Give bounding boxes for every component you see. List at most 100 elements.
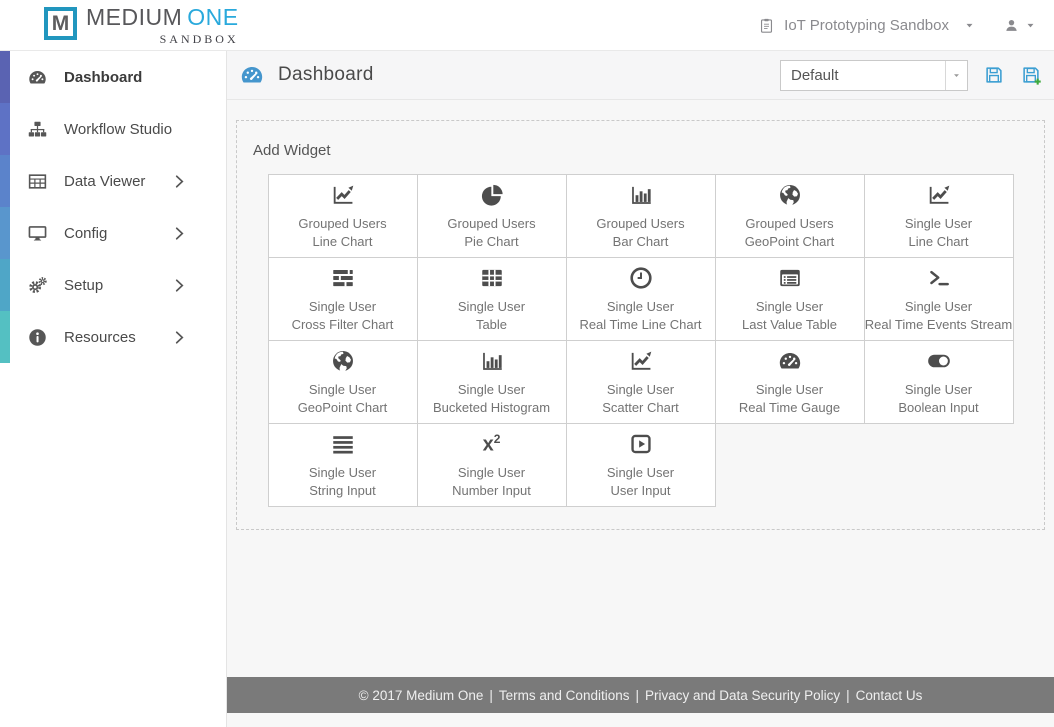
- sitemap-icon: [27, 119, 48, 140]
- widget-grouped-users-line-chart[interactable]: Grouped Users Line Chart: [268, 175, 418, 258]
- clock-icon: [627, 265, 655, 291]
- add-widget-panel: Add Widget Grouped Users Line Chart Groupe…: [236, 120, 1045, 530]
- save-icon[interactable]: [983, 64, 1005, 86]
- widget-single-user-user-input[interactable]: Single User User Input: [566, 424, 716, 507]
- sandbox-selector[interactable]: IoT Prototyping Sandbox: [758, 16, 975, 35]
- chevron-right-icon: [169, 327, 190, 348]
- topbar-right: IoT Prototyping Sandbox: [758, 16, 1036, 35]
- add-widget-title: Add Widget: [253, 142, 331, 159]
- list-alt-icon: [776, 265, 804, 291]
- layout: Dashboard Workflow Studio Data Viewer Confi…: [0, 51, 1054, 727]
- content: Add Widget Grouped Users Line Chart Groupe…: [227, 100, 1054, 530]
- table-icon: [27, 171, 48, 192]
- save-plus-icon[interactable]: [1020, 64, 1042, 86]
- page-header: Dashboard Default: [227, 51, 1054, 100]
- footer: © 2017 Medium One | Terms and Conditions | P…: [227, 677, 1054, 713]
- sidebar-item-label: Resources: [64, 328, 136, 346]
- medium-one-logo[interactable]: M MEDIUM ONE SANDBOX: [44, 4, 239, 47]
- widget-line2: User Input: [610, 482, 671, 498]
- sidebar-item-config[interactable]: Config: [0, 207, 226, 259]
- widget-line1: Single User: [904, 381, 973, 397]
- logo-text: MEDIUM ONE SANDBOX: [86, 4, 239, 47]
- brand-one: ONE: [187, 3, 239, 30]
- user-icon: [1003, 17, 1020, 34]
- widget-grouped-users-geopoint-chart[interactable]: Grouped Users GeoPoint Chart: [715, 175, 865, 258]
- pie-chart-icon: [478, 182, 506, 208]
- widget-single-user-geopoint-chart[interactable]: Single User GeoPoint Chart: [268, 341, 418, 424]
- widget-line1: Single User: [308, 464, 377, 480]
- sidebar-item-label: Config: [64, 224, 108, 242]
- select-caret[interactable]: [945, 60, 967, 90]
- chevron-right-icon: [169, 171, 190, 192]
- widget-line1: Single User: [904, 215, 973, 231]
- cross-filter-icon: [329, 265, 357, 291]
- widget-line2: Boolean Input: [898, 399, 979, 415]
- widget-line1: Single User: [606, 298, 675, 314]
- sidebar-item-dashboard[interactable]: Dashboard: [0, 51, 226, 103]
- footer-copyright: © 2017 Medium One: [358, 687, 484, 703]
- widget-line2: Bar Chart: [612, 233, 669, 249]
- line-chart-icon: [925, 182, 953, 208]
- footer-link-contact-us[interactable]: Contact Us: [856, 688, 923, 703]
- widget-line1: Grouped Users: [596, 215, 685, 231]
- number-input-icon: x2: [482, 431, 501, 456]
- widget-single-user-line-chart[interactable]: Single User Line Chart: [864, 175, 1014, 258]
- widget-single-user-scatter-chart[interactable]: Single User Scatter Chart: [566, 341, 716, 424]
- widget-single-user-bucketed-histogram[interactable]: Single User Bucketed Histogram: [417, 341, 567, 424]
- widget-line2: Last Value Table: [742, 316, 837, 332]
- widget-grid: Grouped Users Line Chart Grouped Users Pie …: [267, 174, 1014, 507]
- page-header-actions: Default: [780, 59, 1042, 91]
- widget-single-user-boolean-input[interactable]: Single User Boolean Input: [864, 341, 1014, 424]
- bar-chart-icon: [627, 182, 655, 208]
- clipboard-icon: [758, 16, 775, 35]
- sidebar-item-resources[interactable]: Resources: [0, 311, 226, 363]
- widget-line1: Grouped Users: [745, 215, 834, 231]
- widget-line2: GeoPoint Chart: [297, 399, 388, 415]
- widget-single-user-real-time-events-stream[interactable]: Single User Real Time Events Stream: [864, 258, 1014, 341]
- widget-single-user-string-input[interactable]: Single User String Input: [268, 424, 418, 507]
- scatter-chart-icon: [627, 348, 655, 374]
- widget-line2: Real Time Gauge: [738, 399, 841, 415]
- widget-single-user-real-time-line-chart[interactable]: Single User Real Time Line Chart: [566, 258, 716, 341]
- strip-segment-dashboard: [0, 51, 10, 103]
- brand-medium: MEDIUM: [86, 3, 183, 30]
- widget-single-user-last-value-table[interactable]: Single User Last Value Table: [715, 258, 865, 341]
- globe-icon: [329, 348, 357, 374]
- widget-line1: Single User: [755, 298, 824, 314]
- widget-line1: Single User: [308, 298, 377, 314]
- strip-segment-data-viewer: [0, 155, 10, 207]
- page-title: Dashboard: [278, 64, 374, 85]
- widget-line1: Single User: [308, 381, 377, 397]
- sidebar-item-data-viewer[interactable]: Data Viewer: [0, 155, 226, 207]
- sidebar-nav: Dashboard Workflow Studio Data Viewer Confi…: [0, 51, 226, 363]
- widget-single-user-cross-filter-chart[interactable]: Single User Cross Filter Chart: [268, 258, 418, 341]
- sidebar-item-workflow-studio[interactable]: Workflow Studio: [0, 103, 226, 155]
- footer-link-privacy-and-data-security-policy[interactable]: Privacy and Data Security Policy: [645, 688, 840, 703]
- sidebar: Dashboard Workflow Studio Data Viewer Confi…: [0, 51, 227, 727]
- sidebar-item-setup[interactable]: Setup: [0, 259, 226, 311]
- widget-line1: Single User: [755, 381, 824, 397]
- logo-mark-icon: M: [44, 6, 77, 40]
- widget-grouped-users-bar-chart[interactable]: Grouped Users Bar Chart: [566, 175, 716, 258]
- string-input-icon: [329, 431, 357, 457]
- widget-line2: Table: [475, 316, 508, 332]
- widget-single-user-table[interactable]: Single User Table: [417, 258, 567, 341]
- widget-line1: Single User: [904, 298, 973, 314]
- sidebar-color-strip: [0, 51, 10, 363]
- widget-grouped-users-pie-chart[interactable]: Grouped Users Pie Chart: [417, 175, 567, 258]
- toggle-icon: [925, 348, 953, 374]
- widget-line2: Real Time Events Stream: [864, 316, 1013, 332]
- main-area: Dashboard Default Add Widget Grouped Use…: [227, 51, 1054, 727]
- widget-line2: Scatter Chart: [602, 399, 679, 415]
- table-grid-icon: [478, 265, 506, 291]
- widget-line1: Single User: [457, 298, 526, 314]
- globe-icon: [776, 182, 804, 208]
- widget-single-user-number-input[interactable]: x2 Single User Number Input: [417, 424, 567, 507]
- footer-link-terms-and-conditions[interactable]: Terms and Conditions: [499, 688, 630, 703]
- user-menu[interactable]: [1003, 17, 1036, 34]
- chevron-right-icon: [169, 275, 190, 296]
- widget-line1: Single User: [457, 381, 526, 397]
- dashboard-select[interactable]: Default: [780, 59, 968, 91]
- widget-single-user-real-time-gauge[interactable]: Single User Real Time Gauge: [715, 341, 865, 424]
- footer-separator: |: [846, 687, 850, 703]
